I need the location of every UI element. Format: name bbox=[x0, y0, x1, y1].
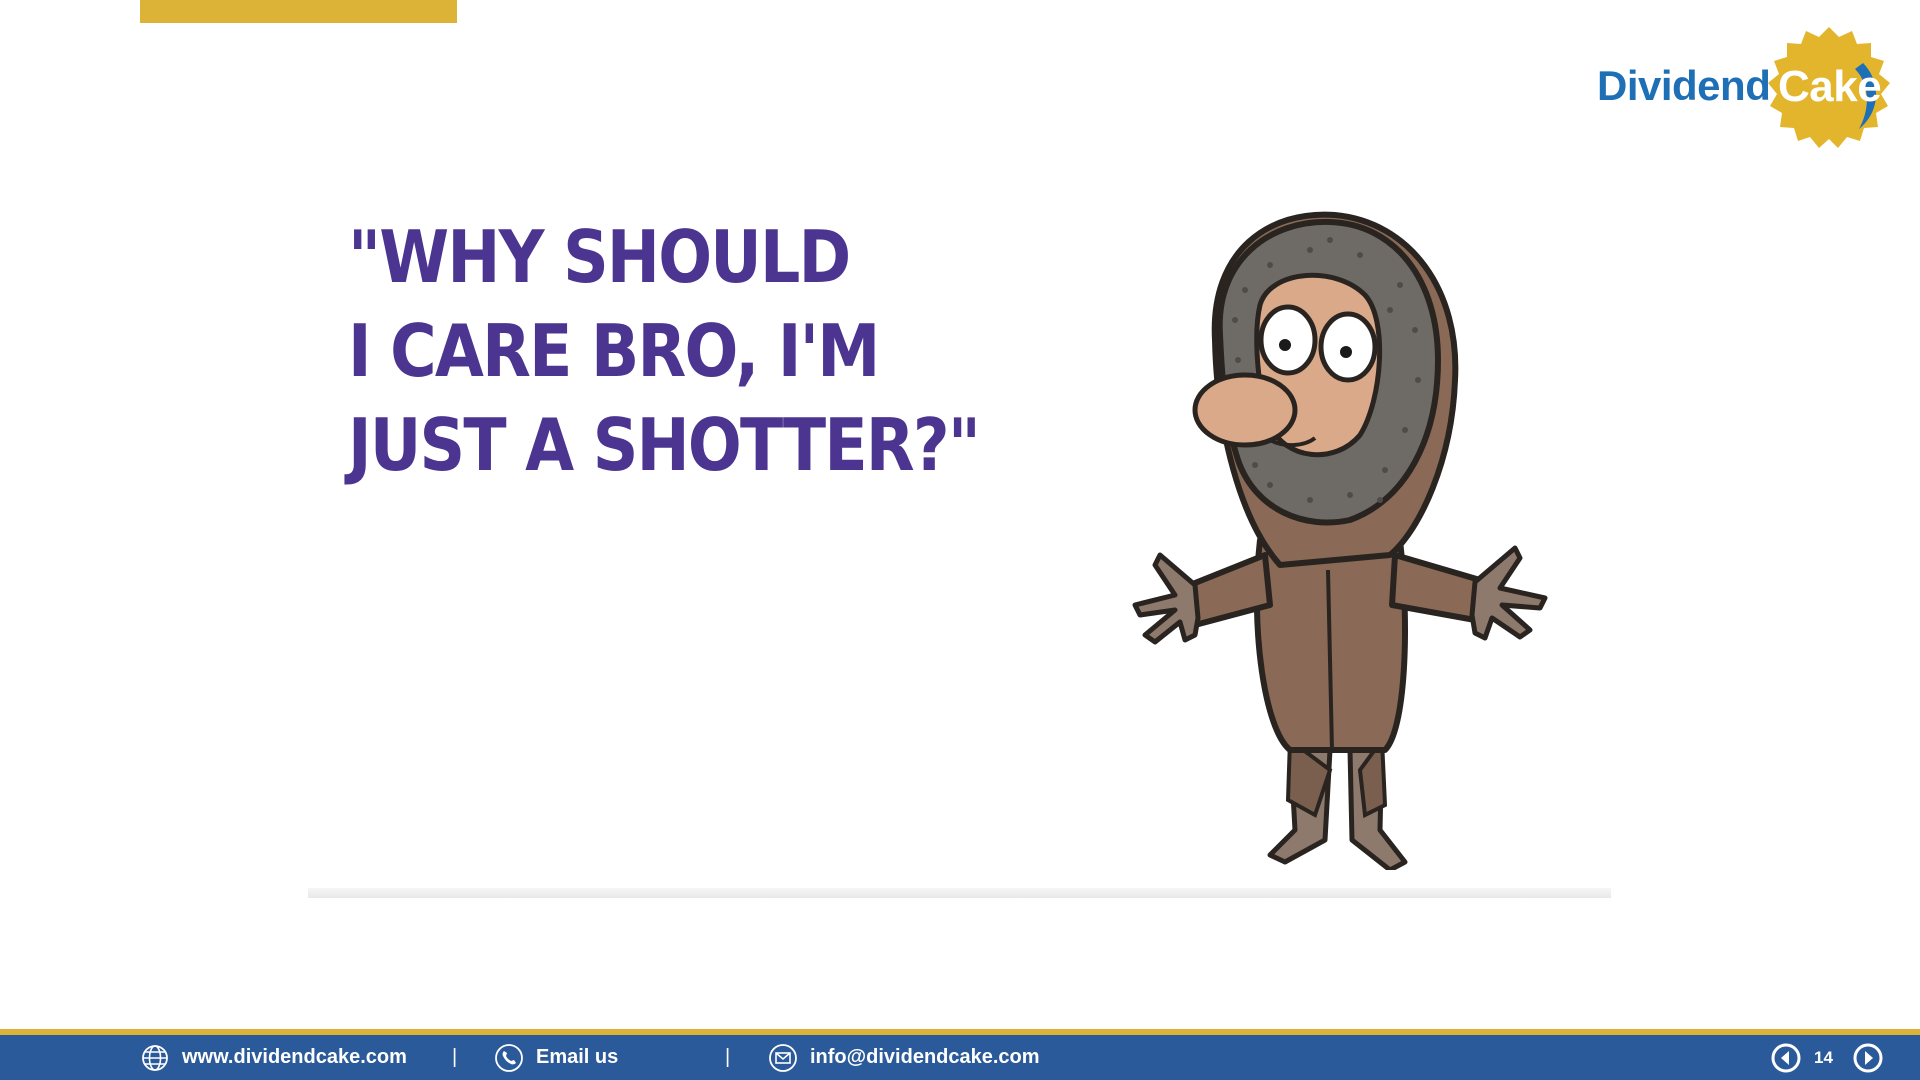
prev-arrow-icon[interactable] bbox=[1770, 1042, 1802, 1074]
quote-line-3: JUST A SHOTTER?" bbox=[348, 403, 981, 487]
phone-icon bbox=[495, 1043, 523, 1072]
footer-separator: | bbox=[725, 1046, 731, 1068]
globe-icon bbox=[142, 1044, 168, 1071]
frame-bottom-edge bbox=[308, 888, 1611, 898]
email-address-text: info@dividendcake.com bbox=[810, 1046, 1040, 1068]
footer-email-address-link[interactable]: info@dividendcake.com bbox=[768, 1035, 1040, 1080]
logo-wordmark: Dividend bbox=[1597, 62, 1771, 109]
footer-website-link[interactable]: www.dividendcake.com bbox=[140, 1035, 407, 1080]
top-accent-bar bbox=[140, 0, 457, 23]
footer-email-us-link[interactable]: Email us bbox=[494, 1035, 618, 1080]
cartoon-character-icon bbox=[1132, 211, 1548, 870]
quote-line-2: I CARE BRO, I'M bbox=[348, 309, 880, 393]
footer-bar: www.dividendcake.com | Email us | info@d… bbox=[0, 1035, 1920, 1080]
footer-separator: | bbox=[452, 1046, 458, 1068]
page-number: 14 bbox=[1814, 1047, 1833, 1067]
quote-line-1: "WHY SHOULD bbox=[348, 215, 851, 299]
logo-badge-word: Cake bbox=[1778, 62, 1882, 111]
dividend-cake-logo: Dividend Cake bbox=[1590, 22, 1900, 156]
quote-text: "WHY SHOULD I CARE BRO, I'M JUST A SHOTT… bbox=[348, 210, 982, 492]
illustration-frame: "WHY SHOULD I CARE BRO, I'M JUST A SHOTT… bbox=[308, 160, 1611, 898]
presentation-slide: Dividend Cake "WHY SHOULD I CARE BRO, I'… bbox=[0, 0, 1920, 1080]
next-arrow-icon[interactable] bbox=[1852, 1042, 1884, 1074]
email-us-text: Email us bbox=[536, 1046, 619, 1068]
website-text: www.dividendcake.com bbox=[182, 1046, 407, 1068]
envelope-icon bbox=[769, 1043, 797, 1072]
